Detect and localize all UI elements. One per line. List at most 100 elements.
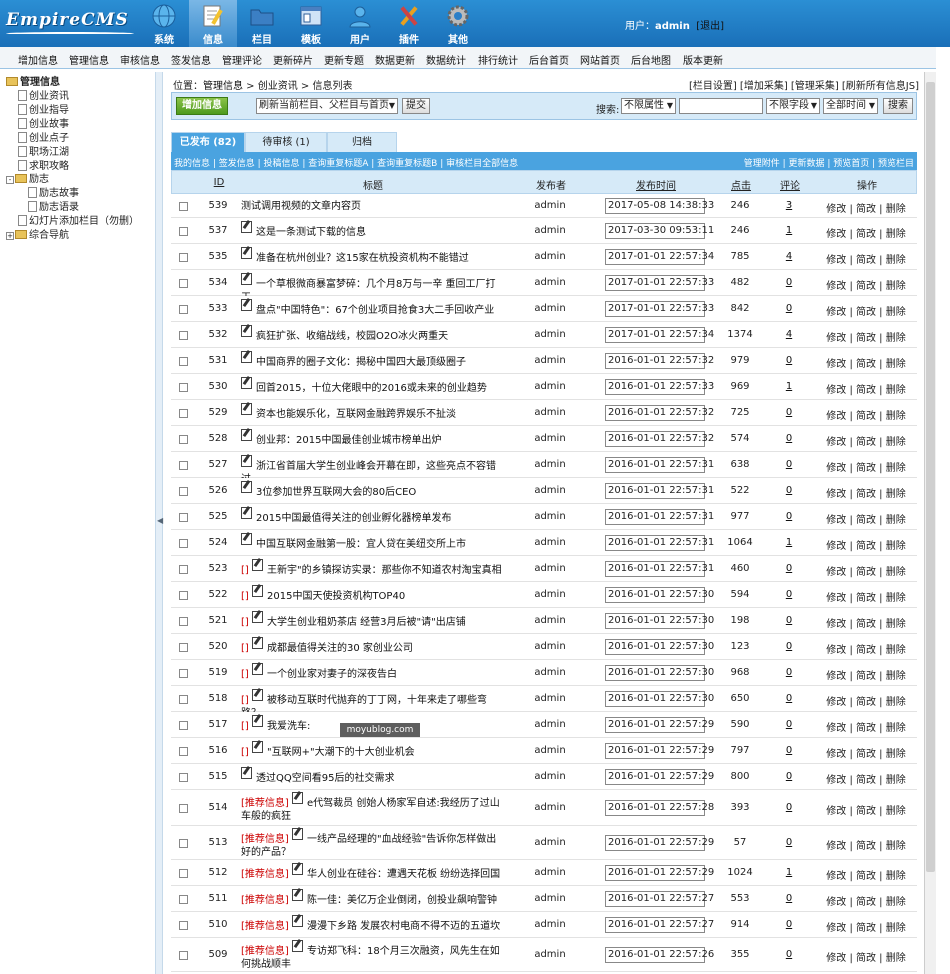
- row-checkbox[interactable]: [179, 460, 188, 470]
- topnav-document-edit[interactable]: 信息: [189, 0, 237, 47]
- row-time-field[interactable]: 2017-03-30 09:53:11: [605, 223, 714, 239]
- edit-document-icon[interactable]: [241, 247, 252, 259]
- row-time-field[interactable]: 2017-01-01 22:57:33: [605, 301, 714, 317]
- tree-node[interactable]: 励志故事: [28, 187, 79, 201]
- row-operations[interactable]: 修改 | 简改 | 删除: [819, 200, 913, 215]
- submenu-item[interactable]: 增加信息: [18, 52, 58, 67]
- topnav-user[interactable]: 用户: [336, 0, 384, 47]
- submenu-item[interactable]: 后台首页: [529, 52, 569, 67]
- row-operations[interactable]: 修改 | 简改 | 删除: [819, 511, 913, 526]
- row-time-field[interactable]: 2016-01-01 22:57:32: [605, 405, 714, 421]
- row-operations[interactable]: 修改 | 简改 | 删除: [819, 615, 913, 630]
- edit-document-icon[interactable]: [241, 429, 252, 441]
- edit-document-icon[interactable]: [252, 611, 263, 623]
- row-time-field[interactable]: 2016-01-01 22:57:28: [605, 800, 714, 816]
- row-title-link[interactable]: 2015中国最值得关注的创业孵化器榜单发布: [256, 513, 451, 524]
- row-comments-link[interactable]: 0: [769, 771, 809, 782]
- row-operations[interactable]: 修改 | 简改 | 删除: [819, 719, 913, 734]
- row-operations[interactable]: 修改 | 简改 | 删除: [819, 407, 913, 422]
- row-checkbox[interactable]: [179, 616, 188, 626]
- row-checkbox[interactable]: [179, 408, 188, 418]
- row-checkbox[interactable]: [179, 486, 188, 496]
- edit-document-icon[interactable]: [241, 767, 252, 779]
- edit-document-icon[interactable]: [252, 559, 263, 571]
- edit-document-icon[interactable]: [252, 715, 263, 727]
- column-id[interactable]: ID: [202, 177, 236, 188]
- row-comments-link[interactable]: 0: [769, 919, 809, 930]
- row-comments-link[interactable]: 0: [769, 719, 809, 730]
- row-checkbox[interactable]: [179, 382, 188, 392]
- submenu-item[interactable]: 更新专题: [324, 52, 364, 67]
- row-checkbox[interactable]: [179, 564, 188, 574]
- edit-document-icon[interactable]: [292, 889, 303, 901]
- submenu-item[interactable]: 数据更新: [375, 52, 415, 67]
- tree-node[interactable]: 幻灯片添加栏目（勿删）: [18, 215, 139, 229]
- row-comments-link[interactable]: 3: [769, 200, 809, 211]
- row-title-link[interactable]: 我爱洗车:: [267, 721, 310, 732]
- row-title-link[interactable]: 中国商界的圈子文化：揭秘中国四大最顶级圈子: [256, 357, 466, 368]
- row-operations[interactable]: 修改 | 简改 | 删除: [819, 355, 913, 370]
- row-comments-link[interactable]: 1: [769, 867, 809, 878]
- row-time-field[interactable]: 2017-01-01 22:57:34: [605, 249, 714, 265]
- header-actions[interactable]: [栏目设置] [增加采集] [管理采集] [刷新所有信息JS]: [689, 77, 919, 92]
- submit-button[interactable]: 提交: [402, 98, 430, 114]
- expand-icon[interactable]: +: [6, 232, 14, 240]
- edit-document-icon[interactable]: [241, 455, 252, 467]
- edit-document-icon[interactable]: [241, 273, 252, 285]
- row-title-link[interactable]: 疯狂扩张、收缩战线，校园O2O冰火两重天: [256, 331, 448, 342]
- scrollbar-thumb[interactable]: [926, 82, 935, 872]
- row-time-field[interactable]: 2016-01-01 22:57:30: [605, 691, 714, 707]
- row-operations[interactable]: 修改 | 简改 | 删除: [819, 693, 913, 708]
- row-comments-link[interactable]: 0: [769, 615, 809, 626]
- row-checkbox[interactable]: [179, 720, 188, 730]
- row-operations[interactable]: 修改 | 简改 | 删除: [819, 537, 913, 552]
- topnav-tools[interactable]: 插件: [385, 0, 433, 47]
- row-time-field[interactable]: 2016-01-01 22:57:30: [605, 665, 714, 681]
- row-checkbox[interactable]: [179, 538, 188, 548]
- row-time-field[interactable]: 2016-01-01 22:57:33: [605, 379, 714, 395]
- submenu-item[interactable]: 网站首页: [580, 52, 620, 67]
- row-checkbox[interactable]: [179, 201, 188, 211]
- row-title-link[interactable]: 成都最值得关注的30 家创业公司: [267, 643, 413, 654]
- row-time-field[interactable]: 2016-01-01 22:57:27: [605, 917, 714, 933]
- list-links-left[interactable]: 我的信息 | 签发信息 | 投稿信息 | 查询重复标题A | 查询重复标题B |…: [174, 156, 518, 169]
- tree-node[interactable]: 创业指导: [18, 104, 69, 118]
- row-time-field[interactable]: 2016-01-01 22:57:29: [605, 717, 714, 733]
- empirecms-logo[interactable]: EmpireCMS: [6, 10, 134, 36]
- row-title-link[interactable]: 王新宇"的乡镇探访实录：那些你不知道农村淘宝真相: [267, 565, 502, 576]
- row-comments-link[interactable]: 0: [769, 511, 809, 522]
- row-checkbox[interactable]: [179, 894, 188, 904]
- row-comments-link[interactable]: 0: [769, 693, 809, 704]
- row-checkbox[interactable]: [179, 838, 188, 848]
- add-info-button[interactable]: 增加信息: [176, 97, 228, 115]
- row-operations[interactable]: 修改 | 简改 | 删除: [819, 641, 913, 656]
- row-checkbox[interactable]: [179, 590, 188, 600]
- row-checkbox[interactable]: [179, 226, 188, 236]
- row-time-field[interactable]: 2016-01-01 22:57:31: [605, 561, 714, 577]
- row-comments-link[interactable]: 1: [769, 381, 809, 392]
- row-operations[interactable]: 修改 | 简改 | 删除: [819, 893, 913, 908]
- row-checkbox[interactable]: [179, 642, 188, 652]
- row-time-field[interactable]: 2016-01-01 22:57:31: [605, 509, 714, 525]
- tree-node[interactable]: 励志语录: [28, 201, 79, 215]
- row-checkbox[interactable]: [179, 920, 188, 930]
- edit-document-icon[interactable]: [252, 741, 263, 753]
- edit-document-icon[interactable]: [241, 377, 252, 389]
- row-comments-link[interactable]: 0: [769, 893, 809, 904]
- row-operations[interactable]: 修改 | 简改 | 删除: [819, 433, 913, 448]
- row-comments-link[interactable]: 0: [769, 303, 809, 314]
- row-title-link[interactable]: 华人创业在硅谷：遭遇天花板 纷纷选择回国: [307, 869, 500, 880]
- refresh-select[interactable]: 刷新当前栏目、父栏目与首页 ▼: [256, 98, 398, 114]
- row-operations[interactable]: 修改 | 简改 | 删除: [819, 802, 913, 817]
- attribute-select[interactable]: 不限属性 ▼: [621, 98, 676, 114]
- row-title-link[interactable]: 2015中国天使投资机构TOP40: [267, 591, 405, 602]
- row-comments-link[interactable]: 0: [769, 459, 809, 470]
- row-operations[interactable]: 修改 | 简改 | 删除: [819, 949, 913, 964]
- row-operations[interactable]: 修改 | 简改 | 删除: [819, 459, 913, 474]
- row-comments-link[interactable]: 0: [769, 277, 809, 288]
- topnav-folder[interactable]: 栏目: [238, 0, 286, 47]
- page-scrollbar[interactable]: [924, 72, 936, 974]
- search-input[interactable]: [679, 98, 763, 114]
- row-title-link[interactable]: 盘点"中国特色"：67个创业项目抢食3大二手回收产业: [256, 305, 494, 316]
- submenu-item[interactable]: 排行统计: [478, 52, 518, 67]
